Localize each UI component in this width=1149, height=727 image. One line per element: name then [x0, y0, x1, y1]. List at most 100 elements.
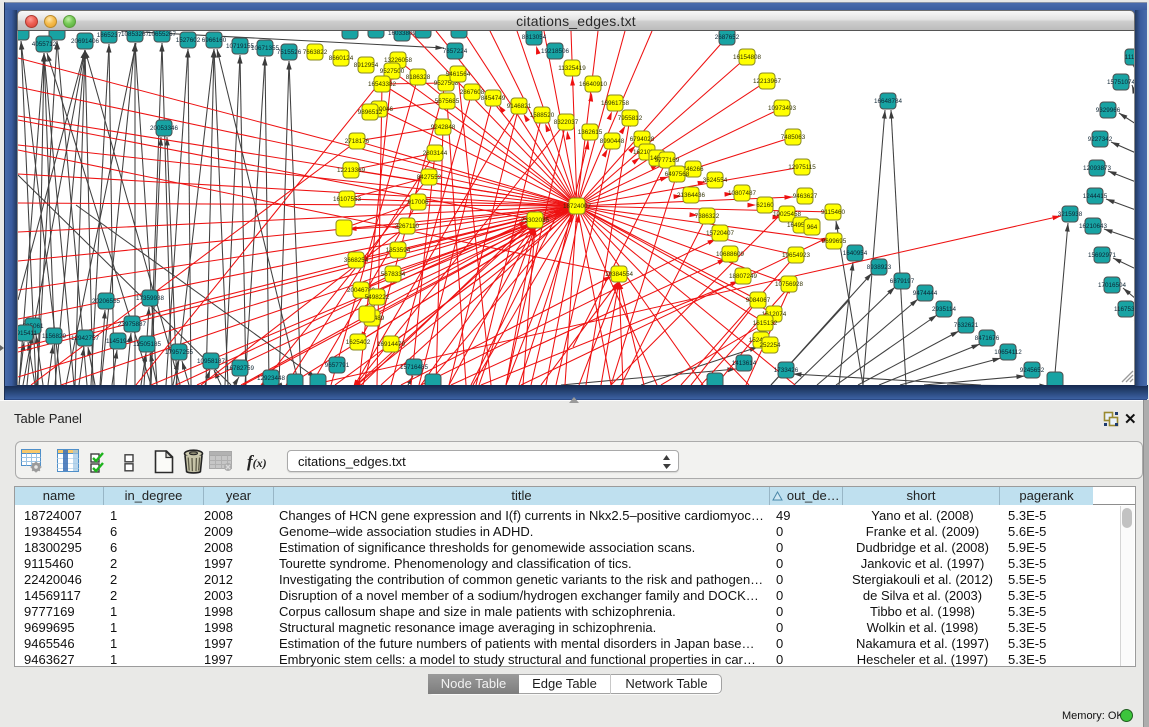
svg-text:12213967: 12213967 [753, 78, 782, 85]
svg-text:9657791: 9657791 [325, 362, 350, 369]
svg-text:17359938: 17359938 [136, 295, 165, 302]
svg-text:7857224: 7857224 [443, 48, 468, 55]
svg-text:16961758: 16961758 [601, 100, 630, 107]
svg-text:5498222: 5498222 [365, 294, 390, 301]
svg-text:1640954: 1640954 [843, 250, 868, 257]
svg-text:8660124: 8660124 [329, 55, 354, 62]
svg-text:15716485: 15716485 [400, 364, 429, 371]
svg-text:16543382: 16543382 [368, 81, 397, 88]
svg-text:8322037: 8322037 [554, 119, 579, 126]
svg-text:9777169: 9777169 [655, 157, 680, 164]
svg-text:10958187: 10958187 [197, 358, 226, 365]
svg-text:1145194: 1145194 [106, 338, 131, 345]
svg-text:16648784: 16648784 [874, 98, 903, 105]
svg-text:10688609: 10688609 [716, 251, 745, 258]
svg-text:1733426: 1733426 [774, 367, 799, 374]
svg-text:4055712: 4055712 [32, 41, 57, 48]
svg-text:5461564: 5461564 [446, 71, 471, 78]
svg-text:16154808: 16154808 [733, 54, 762, 61]
svg-text:15720407: 15720407 [706, 230, 735, 237]
svg-text:8813054: 8813054 [522, 34, 547, 41]
svg-text:18724007: 18724007 [563, 203, 592, 210]
svg-text:12093873: 12093873 [1083, 165, 1112, 172]
svg-text:1588520: 1588520 [530, 112, 555, 119]
svg-text:10671355: 10671355 [251, 45, 280, 52]
svg-text:16782759: 16782759 [226, 365, 255, 372]
svg-text:9084067: 9084067 [746, 297, 771, 304]
svg-text:1625402: 1625402 [346, 339, 371, 346]
svg-text:1865237: 1865237 [97, 32, 122, 39]
svg-text:15751074: 15751074 [1107, 79, 1135, 86]
svg-text:12923448: 12923448 [257, 375, 286, 382]
svg-text:10853267: 10853267 [121, 31, 150, 38]
svg-text:7955812: 7955812 [618, 115, 643, 122]
svg-text:9463627: 9463627 [793, 193, 818, 200]
svg-text:1244415: 1244415 [1083, 193, 1108, 200]
svg-text:5675685: 5675685 [435, 98, 460, 105]
svg-text:9245652: 9245652 [1020, 367, 1045, 374]
svg-text:10807487: 10807487 [728, 190, 757, 197]
svg-text:1156829: 1156829 [42, 333, 67, 340]
svg-text:9699695: 9699695 [822, 238, 847, 245]
svg-text:1167534: 1167534 [1114, 306, 1135, 313]
svg-text:23302035: 23302035 [521, 217, 550, 224]
svg-text:2803144: 2803144 [423, 150, 448, 157]
svg-text:964: 964 [807, 224, 818, 231]
svg-text:6879197: 6879197 [890, 278, 915, 285]
svg-text:3624554: 3624554 [703, 177, 728, 184]
svg-text:3215938: 3215938 [1058, 211, 1083, 218]
svg-text:20206555: 20206555 [92, 298, 121, 305]
svg-text:6966160: 6966160 [202, 37, 227, 44]
svg-text:2935114: 2935114 [932, 306, 957, 313]
svg-text:12975115: 12975115 [788, 164, 816, 171]
svg-text:2718176: 2718176 [345, 138, 370, 145]
svg-text:8471676: 8471676 [975, 335, 1000, 342]
svg-text:8912954: 8912954 [354, 62, 379, 69]
svg-text:9329966: 9329966 [1096, 107, 1121, 114]
svg-text:7632621: 7632621 [954, 322, 979, 329]
svg-text:9146821: 9146821 [507, 103, 532, 110]
svg-text:7485063: 7485063 [781, 134, 806, 141]
svg-text:9896512: 9896512 [358, 109, 383, 116]
svg-text:10973493: 10973493 [768, 105, 797, 112]
svg-text:2687652: 2687652 [715, 34, 740, 41]
svg-text:252254: 252254 [759, 342, 781, 349]
svg-text:9242848: 9242848 [431, 124, 456, 131]
svg-text:1527602: 1527602 [176, 37, 201, 44]
svg-text:19384554: 19384554 [605, 271, 634, 278]
svg-text:15692971: 15692971 [1088, 252, 1117, 259]
svg-text:8938923: 8938923 [867, 264, 892, 271]
svg-text:8427552: 8427552 [417, 174, 442, 181]
svg-text:12213369: 12213369 [337, 167, 366, 174]
svg-text:23975887: 23975887 [118, 321, 147, 328]
svg-text:7663822: 7663822 [303, 49, 328, 56]
svg-text:16107553: 16107553 [333, 196, 362, 203]
svg-text:5678334: 5678334 [381, 271, 406, 278]
svg-text:62160: 62160 [756, 202, 774, 209]
svg-text:917006: 917006 [407, 199, 429, 206]
svg-text:11123: 11123 [1125, 54, 1135, 61]
svg-text:3668254: 3668254 [344, 257, 369, 264]
svg-text:17016504: 17016504 [1098, 282, 1127, 289]
svg-text:1413614: 1413614 [732, 360, 757, 367]
svg-text:16914479: 16914479 [377, 341, 406, 348]
svg-text:6497568: 6497568 [665, 171, 690, 178]
svg-text:9474444: 9474444 [913, 290, 938, 297]
svg-text:9115460: 9115460 [821, 209, 846, 216]
svg-text:7515526: 7515526 [277, 49, 302, 56]
svg-text:8454749: 8454749 [481, 95, 506, 102]
svg-text:19654923: 19654923 [782, 252, 811, 259]
svg-text:7386322: 7386322 [695, 213, 720, 220]
svg-text:8186328: 8186328 [406, 74, 431, 81]
svg-text:18807249: 18807249 [729, 273, 758, 280]
svg-text:1615132: 1615132 [753, 320, 778, 327]
svg-text:6794028: 6794028 [630, 136, 655, 143]
svg-text:19218506: 19218506 [541, 48, 570, 55]
svg-text:12942757: 12942757 [71, 335, 100, 342]
svg-text:8990448: 8990448 [600, 138, 625, 145]
svg-text:9227342: 9227342 [1088, 136, 1113, 143]
svg-text:10655267: 10655267 [148, 31, 177, 38]
svg-text:21364436: 21364436 [677, 192, 706, 199]
svg-text:12505185: 12505185 [133, 341, 162, 348]
svg-text:10654112: 10654112 [994, 349, 1022, 356]
